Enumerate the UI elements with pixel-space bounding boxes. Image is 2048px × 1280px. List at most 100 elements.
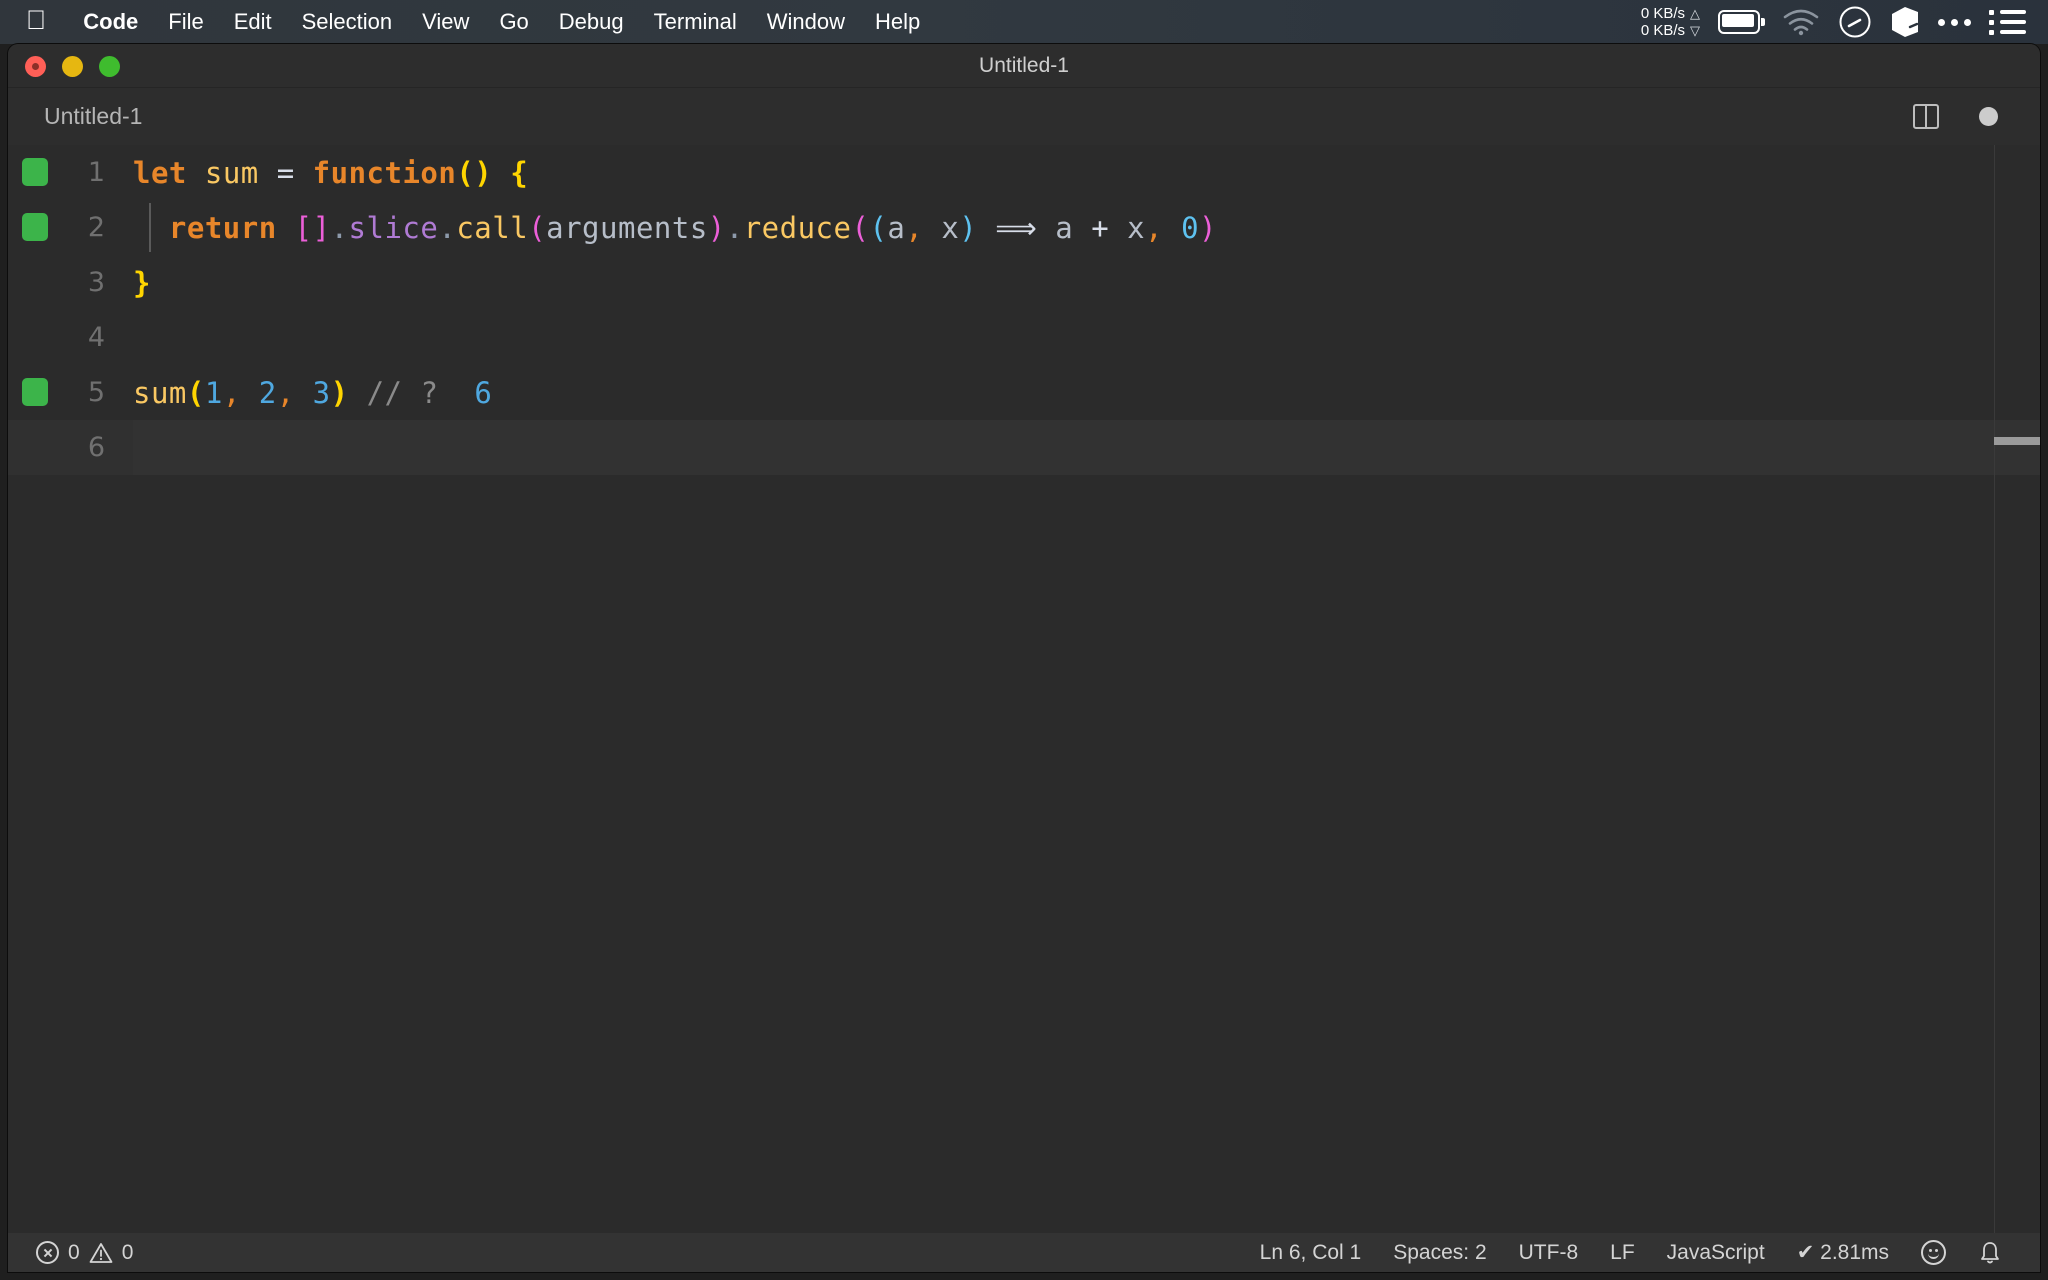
code-token: 2 (258, 375, 277, 410)
code-line[interactable]: 2 return [].slice.call(arguments).reduce… (8, 200, 2040, 255)
code-token: x (1127, 210, 1146, 245)
line-content[interactable]: return [].slice.call(arguments).reduce((… (133, 211, 1217, 245)
editor-actions (1913, 104, 2040, 129)
split-editor-icon[interactable] (1913, 104, 1939, 129)
code-token: = (276, 155, 295, 190)
menu-item-terminal[interactable]: Terminal (639, 0, 752, 44)
code-token: 6 (474, 375, 493, 410)
code-token: 1 (204, 375, 223, 410)
code-token: sum (133, 375, 187, 410)
git-added-marker-icon (22, 213, 48, 241)
code-line[interactable]: 5 sum(1, 2, 3) // ? 6 (8, 365, 2040, 420)
network-upload-speed: 0 KB/s (1640, 5, 1685, 22)
code-token: a (887, 210, 906, 245)
network-speed-indicator[interactable]: 0 KB/s 0 KB/s △ ▽ (1641, 5, 1700, 39)
code-token: , (1145, 210, 1164, 245)
code-line[interactable]: 4 (8, 310, 2040, 365)
status-bar: 0 0 Ln 6, Col 1 Spaces: 2 UTF-8 LF JavaS… (8, 1233, 2040, 1272)
code-token: , (222, 375, 241, 410)
upload-arrow-icon: △ (1690, 6, 1700, 21)
status-bar-right: Ln 6, Col 1 Spaces: 2 UTF-8 LF JavaScrip… (1244, 1240, 2040, 1266)
code-line[interactable]: 6 (8, 420, 2040, 475)
code-token: . (725, 210, 744, 245)
network-download-speed: 0 KB/s (1640, 22, 1685, 39)
code-token: ( (869, 210, 888, 245)
status-problems[interactable]: 0 0 (36, 1241, 149, 1265)
editor-tab-bar: Untitled-1 (8, 88, 2040, 145)
line-content[interactable] (133, 420, 2040, 475)
vscode-window: Untitled-1 Untitled-1 1 let sum = functio… (8, 44, 2040, 1272)
tab-untitled-1[interactable]: Untitled-1 (44, 103, 142, 130)
menu-item-help[interactable]: Help (860, 0, 935, 44)
code-line[interactable]: 1 let sum = function() { (8, 145, 2040, 200)
menu-item-edit[interactable]: Edit (219, 0, 287, 44)
menu-item-view[interactable]: View (407, 0, 484, 44)
line-content[interactable]: } (133, 266, 151, 300)
apple-logo-icon[interactable]:  (26, 6, 46, 34)
code-token: x (941, 210, 960, 245)
code-token: ) (959, 210, 978, 245)
menu-item-selection[interactable]: Selection (287, 0, 408, 44)
error-icon (36, 1241, 59, 1264)
download-arrow-icon: ▽ (1690, 23, 1700, 38)
macos-menu-bar:  Code File Edit Selection View Go Debug… (0, 0, 2048, 44)
status-encoding[interactable]: UTF-8 (1503, 1241, 1595, 1265)
status-feedback[interactable] (1905, 1240, 1962, 1265)
status-language-mode[interactable]: JavaScript (1651, 1241, 1781, 1265)
ellipsis-icon[interactable] (1938, 18, 1971, 26)
code-token: [] (294, 210, 331, 245)
status-eol[interactable]: LF (1594, 1241, 1651, 1265)
menu-item-debug[interactable]: Debug (544, 0, 639, 44)
menu-bar-status-icons: 0 KB/s 0 KB/s △ ▽ (1641, 0, 2048, 44)
code-token: slice (348, 210, 439, 245)
code-token: ⟹ (995, 210, 1038, 245)
status-indentation[interactable]: Spaces: 2 (1377, 1241, 1502, 1265)
code-token: 3 (312, 375, 331, 410)
wifi-icon[interactable] (1782, 8, 1820, 36)
code-token: , (905, 210, 924, 245)
indent-guide (149, 203, 151, 252)
menu-item-go[interactable]: Go (484, 0, 543, 44)
line-number: 6 (87, 432, 105, 463)
cube-icon[interactable] (1890, 5, 1920, 39)
line-content[interactable]: sum(1, 2, 3) // ? 6 (133, 376, 492, 410)
code-token: arguments (546, 210, 708, 245)
git-added-marker-icon (22, 158, 48, 186)
status-runtime[interactable]: ✔ 2.81ms (1781, 1240, 1905, 1265)
code-token: let (133, 155, 187, 190)
menu-item-code[interactable]: Code (68, 0, 153, 44)
status-notifications[interactable] (1962, 1240, 2018, 1266)
code-token: + (1091, 210, 1110, 245)
code-editor[interactable]: 1 let sum = function() {2 return [].slice… (8, 145, 2040, 1233)
editor-scrollbar[interactable] (1994, 145, 2040, 1233)
menu-item-window[interactable]: Window (752, 0, 860, 44)
status-cursor-position[interactable]: Ln 6, Col 1 (1244, 1241, 1378, 1265)
code-line[interactable]: 3} (8, 255, 2040, 310)
code-token: ( (851, 210, 870, 245)
error-count: 0 (68, 1240, 80, 1264)
code-token: reduce (743, 210, 852, 245)
list-menu-icon[interactable] (1989, 9, 2026, 35)
gauge-icon[interactable] (1838, 5, 1872, 39)
code-token: () (456, 155, 493, 190)
code-token: ( (186, 375, 205, 410)
unsaved-dot-icon[interactable] (1979, 107, 1998, 126)
code-token: a (1055, 210, 1074, 245)
line-content[interactable]: let sum = function() { (133, 156, 528, 190)
code-token: call (456, 210, 529, 245)
code-token: , (276, 375, 295, 410)
menu-item-file[interactable]: File (153, 0, 218, 44)
code-token: 0 (1181, 210, 1200, 245)
battery-icon[interactable] (1718, 10, 1765, 34)
code-token: ) (707, 210, 726, 245)
code-token: function (312, 155, 457, 190)
line-number: 3 (87, 267, 105, 298)
